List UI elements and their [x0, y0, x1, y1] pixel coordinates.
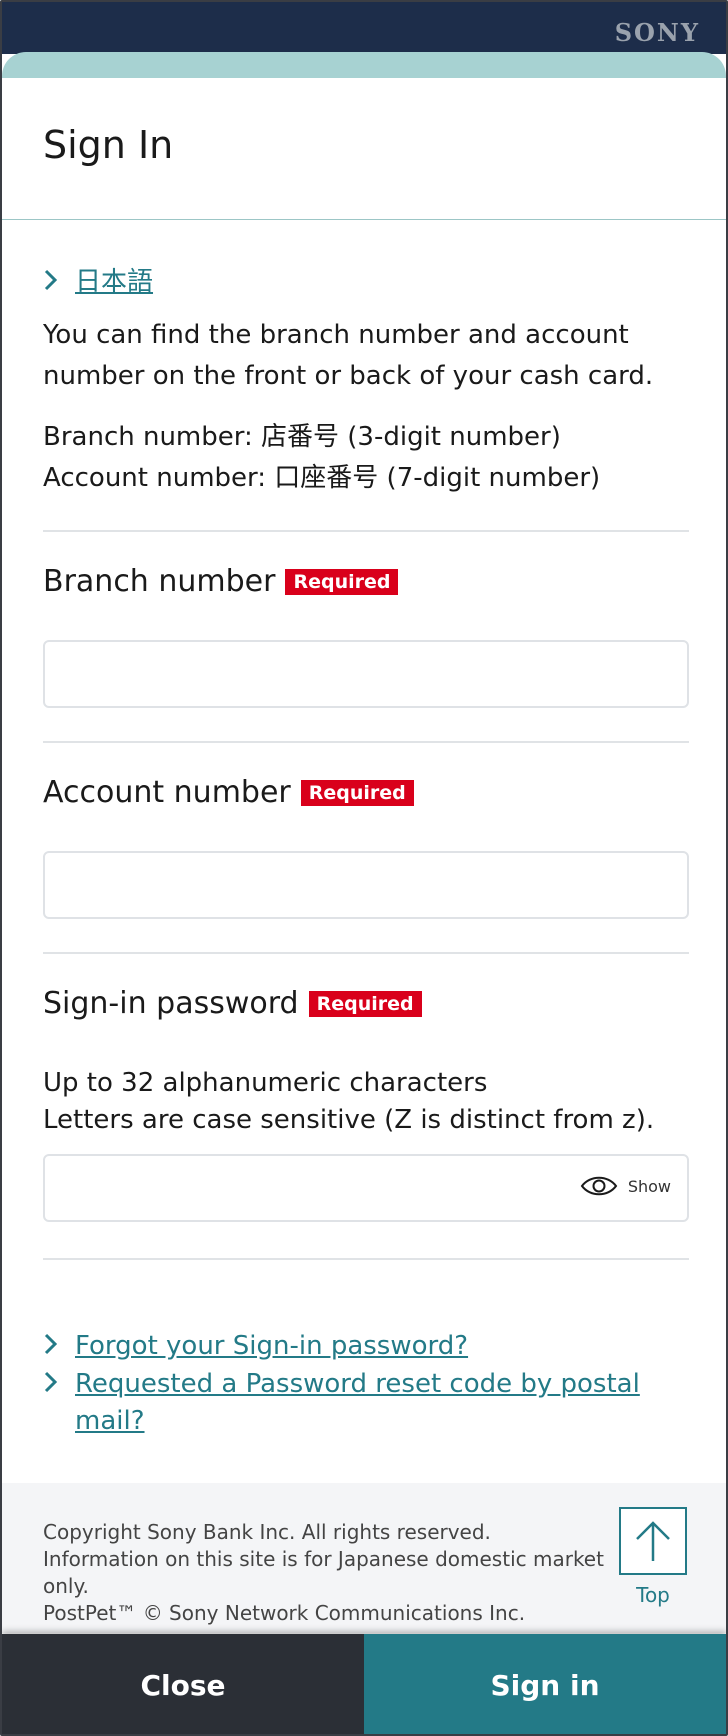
copyright-text: Copyright Sony Bank Inc. All rights rese…	[43, 1519, 613, 1627]
back-to-top-button[interactable]	[619, 1507, 687, 1575]
language-link-row: 日本語	[43, 264, 153, 301]
branch-number-label: Branch number Required	[43, 564, 399, 599]
back-to-top-label[interactable]: Top	[619, 1583, 687, 1607]
branch-number-input[interactable]	[43, 640, 689, 708]
language-link[interactable]: 日本語	[75, 264, 153, 301]
divider	[43, 952, 689, 954]
divider	[43, 530, 689, 532]
show-password-label: Show	[627, 1176, 671, 1196]
footer: Copyright Sony Bank Inc. All rights rese…	[2, 1483, 726, 1633]
postal-reset-link[interactable]: Requested a Password reset code by posta…	[75, 1366, 683, 1440]
required-badge: Required	[300, 779, 414, 806]
top-bar: SONY	[2, 2, 726, 54]
forgot-password-row: Forgot your Sign-in password?	[43, 1328, 468, 1365]
password-label: Sign-in password Required	[43, 986, 422, 1021]
account-number-label-text: Account number	[43, 775, 291, 810]
account-number-label: Account number Required	[43, 775, 414, 810]
password-hint: Up to 32 alphanumeric characters Letters…	[43, 1065, 703, 1139]
branch-number-label-text: Branch number	[43, 564, 276, 599]
required-badge: Required	[285, 568, 399, 595]
page-title: Sign In	[43, 123, 174, 167]
intro-text: You can find the branch number and accou…	[43, 320, 654, 391]
divider	[43, 1258, 689, 1260]
chevron-right-icon	[43, 1333, 59, 1355]
copyright-line: Copyright Sony Bank Inc. All rights rese…	[43, 1520, 604, 1598]
number-hints: Branch number: 店番号 (3-digit number) Acco…	[43, 417, 693, 499]
title-area: Sign In	[2, 78, 726, 220]
password-input[interactable]	[45, 1156, 565, 1220]
branch-hint: Branch number: 店番号 (3-digit number)	[43, 422, 561, 452]
chevron-right-icon	[43, 269, 59, 291]
divider	[43, 741, 689, 743]
password-hint-line2: Letters are case sensitive (Z is distinc…	[43, 1105, 655, 1135]
sign-in-button[interactable]: Sign in	[364, 1634, 726, 1734]
show-password-toggle[interactable]: Show	[580, 1174, 671, 1198]
arrow-up-icon	[636, 1521, 670, 1561]
postpet-line: PostPet™ © Sony Network Communications I…	[43, 1601, 526, 1625]
forgot-password-link[interactable]: Forgot your Sign-in password?	[75, 1328, 468, 1365]
chevron-right-icon	[43, 1371, 59, 1393]
password-hint-line1: Up to 32 alphanumeric characters	[43, 1068, 488, 1098]
brand-logo: SONY	[614, 18, 700, 47]
required-badge: Required	[308, 990, 422, 1017]
eye-icon	[580, 1176, 618, 1196]
account-number-input[interactable]	[43, 851, 689, 919]
account-hint: Account number: 口座番号 (7-digit number)	[43, 463, 601, 493]
postal-reset-row: Requested a Password reset code by posta…	[43, 1366, 683, 1440]
app-frame: SONY Sign In 日本語 You can find the branch…	[0, 0, 728, 1736]
password-label-text: Sign-in password	[43, 986, 299, 1021]
close-button[interactable]: Close	[2, 1634, 364, 1734]
password-field: Show	[43, 1154, 689, 1222]
action-bar: Close Sign in	[2, 1634, 726, 1734]
